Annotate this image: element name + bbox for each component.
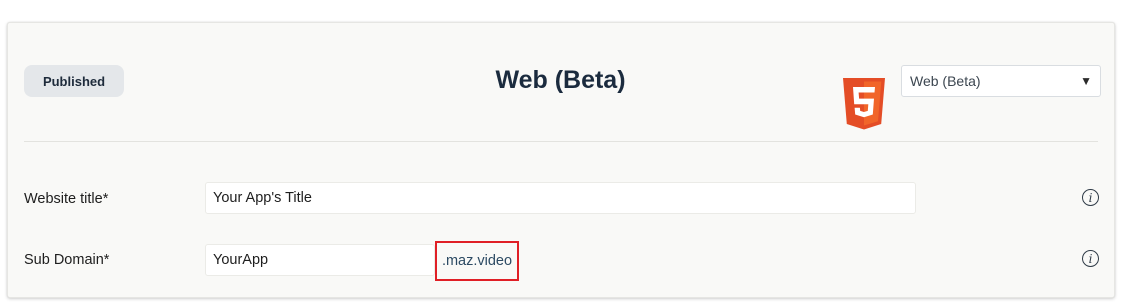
status-badge[interactable]: Published: [24, 65, 124, 97]
website-title-input-value: Your App's Title: [213, 190, 312, 206]
sub-domain-info-icon[interactable]: i: [1082, 250, 1099, 267]
page-title-text: Web (Beta): [495, 66, 626, 94]
website-title-info-icon[interactable]: i: [1082, 189, 1099, 206]
sub-domain-input[interactable]: YourApp: [205, 244, 435, 276]
sub-domain-suffix: .maz.video: [435, 241, 519, 281]
chevron-down-icon: ▼: [1080, 74, 1092, 88]
sub-domain-label: Sub Domain*: [24, 252, 110, 268]
website-title-input[interactable]: Your App's Title: [205, 182, 916, 214]
header-divider: [24, 141, 1098, 142]
sub-domain-suffix-text: .maz.video: [441, 253, 513, 269]
platform-select-value: Web (Beta): [910, 73, 981, 89]
sub-domain-input-value: YourApp: [213, 252, 269, 268]
html5-logo-icon: [843, 78, 885, 130]
platform-select[interactable]: Web (Beta) ▼: [901, 65, 1101, 97]
website-title-label: Website title*: [24, 191, 109, 207]
web-settings-panel: Published Web (Beta) ▼ Website title* Yo…: [7, 22, 1115, 298]
